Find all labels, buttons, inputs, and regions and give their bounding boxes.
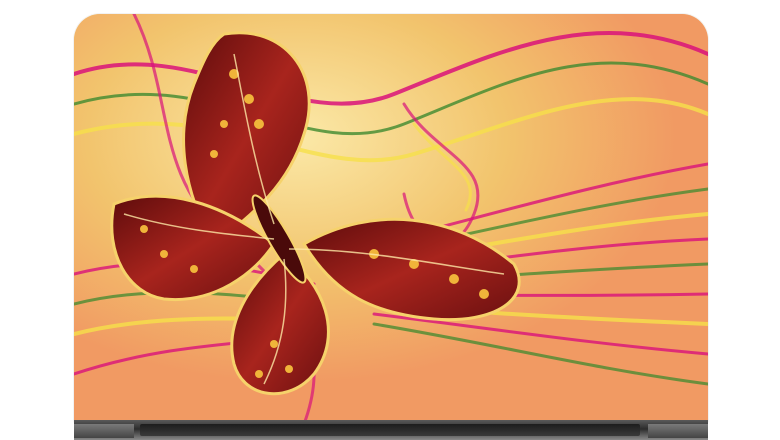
laptop-lid-skin <box>74 14 708 424</box>
butterfly-artwork <box>74 14 708 424</box>
laptop-product-image <box>0 0 780 440</box>
hinge-left-foot <box>74 424 134 438</box>
hinge-right-foot <box>648 424 708 438</box>
hinge-bar <box>140 424 640 436</box>
